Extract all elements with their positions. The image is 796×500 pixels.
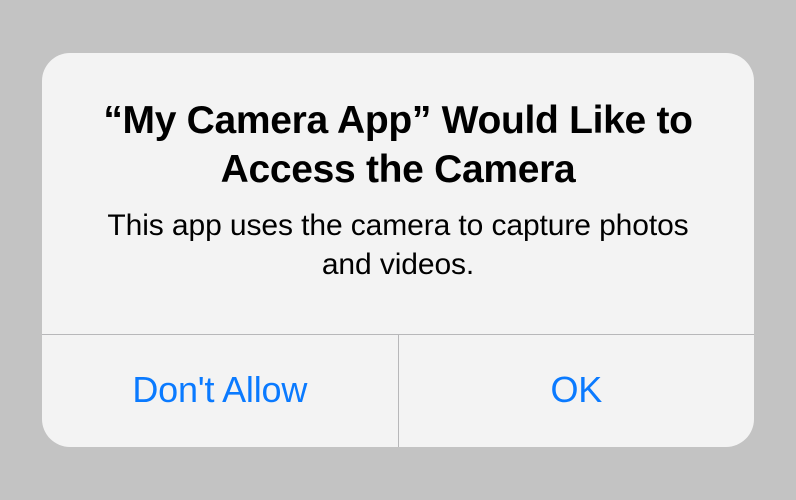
- alert-message: This app uses the camera to capture phot…: [92, 206, 704, 284]
- permission-alert: “My Camera App” Would Like to Access the…: [42, 53, 754, 448]
- ok-button[interactable]: OK: [399, 335, 755, 447]
- dont-allow-button[interactable]: Don't Allow: [42, 335, 399, 447]
- alert-title: “My Camera App” Would Like to Access the…: [92, 97, 704, 195]
- alert-content: “My Camera App” Would Like to Access the…: [42, 53, 754, 335]
- alert-button-row: Don't Allow OK: [42, 334, 754, 447]
